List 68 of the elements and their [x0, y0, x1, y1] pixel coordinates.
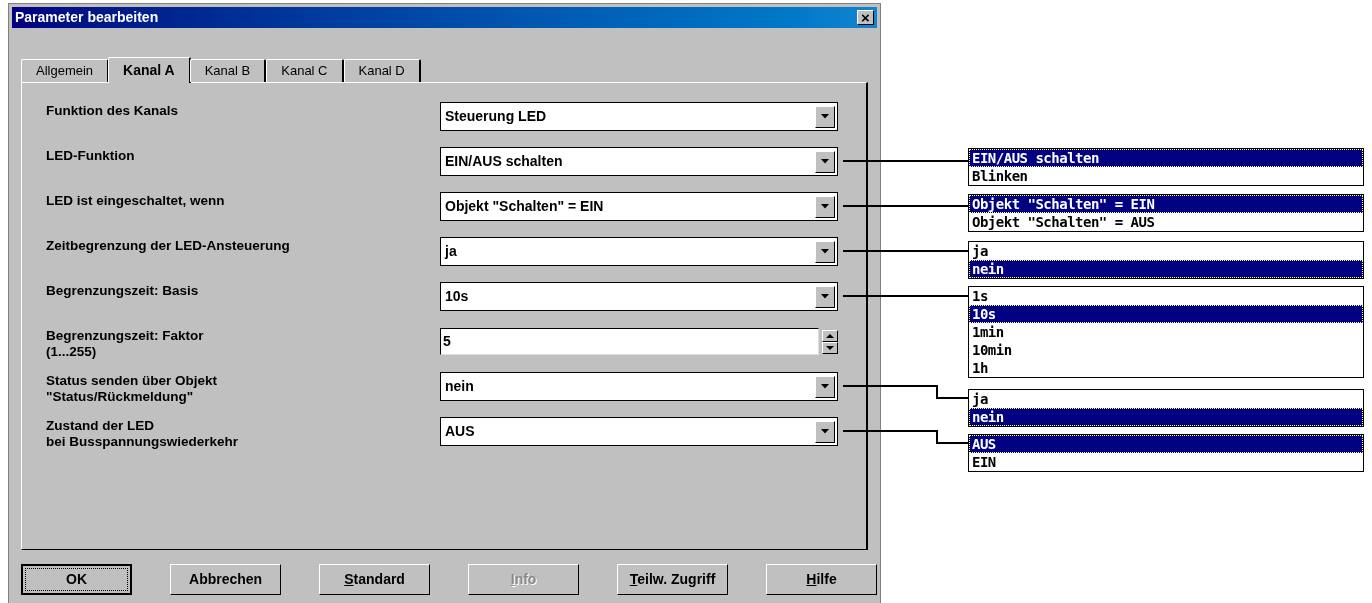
option-item[interactable]: 1h: [969, 359, 1363, 377]
option-item[interactable]: EIN: [969, 453, 1363, 471]
dropdown-value: EIN/AUS schalten: [445, 152, 563, 171]
dropdown-arrow-button[interactable]: [815, 105, 835, 128]
down-arrow-icon: [821, 384, 829, 389]
option-item[interactable]: Blinken: [969, 167, 1363, 185]
option-item[interactable]: 10min: [969, 341, 1363, 359]
dropdown-arrow-button[interactable]: [815, 240, 835, 263]
dropdown-arrow-button[interactable]: [815, 150, 835, 173]
dropdown-arrow-button[interactable]: [815, 285, 835, 308]
parameter-label: Begrenzungszeit: Faktor (1...255): [46, 327, 204, 360]
option-item[interactable]: Objekt "Schalten" = EIN: [969, 195, 1363, 213]
tab[interactable]: Kanal A: [108, 57, 191, 83]
down-arrow-icon: [821, 159, 829, 164]
dropdown-arrow-button[interactable]: [815, 195, 835, 218]
dropdown-arrow-button[interactable]: [815, 375, 835, 398]
down-arrow-icon: [821, 429, 829, 434]
dropdown-field[interactable]: ja: [440, 237, 838, 266]
down-arrow-icon: [826, 345, 834, 350]
dropdown-arrow-button[interactable]: [815, 420, 835, 443]
dropdown-value: Objekt "Schalten" = EIN: [445, 197, 604, 216]
dropdown-field[interactable]: EIN/AUS schalten: [440, 147, 838, 176]
spin-button[interactable]: [822, 329, 838, 354]
option-item[interactable]: AUS: [969, 435, 1363, 453]
dialog-button[interactable]: OK: [21, 564, 133, 595]
down-arrow-icon: [821, 294, 829, 299]
dropdown-value: nein: [445, 377, 474, 396]
close-button[interactable]: ×: [857, 10, 874, 25]
option-item[interactable]: 10s: [969, 305, 1363, 323]
parameter-label: LED ist eingeschaltet, wenn: [46, 192, 225, 209]
number-field[interactable]: 5: [440, 328, 819, 355]
option-item[interactable]: ja: [969, 390, 1363, 408]
dropdown-value: ja: [445, 242, 457, 261]
option-item[interactable]: Objekt "Schalten" = AUS: [969, 213, 1363, 231]
tab[interactable]: Allgemein: [21, 59, 110, 82]
option-item[interactable]: 1min: [969, 323, 1363, 341]
parameter-label: Zeitbegrenzung der LED-Ansteuerung: [46, 237, 290, 254]
up-arrow-icon: [826, 333, 834, 338]
dropdown-field[interactable]: nein: [440, 372, 838, 401]
dialog-button[interactable]: Hilfe: [766, 564, 878, 595]
down-arrow-icon: [821, 249, 829, 254]
dialog-button[interactable]: Abbrechen: [170, 564, 282, 595]
option-item[interactable]: 1s: [969, 287, 1363, 305]
dropdown-field[interactable]: Objekt "Schalten" = EIN: [440, 192, 838, 221]
dropdown-field[interactable]: Steuerung LED: [440, 102, 838, 131]
tab[interactable]: Kanal D: [343, 59, 421, 82]
parameter-label: Begrenzungszeit: Basis: [46, 282, 199, 299]
option-item[interactable]: nein: [969, 408, 1363, 426]
dropdown-field[interactable]: AUS: [440, 417, 838, 446]
tab[interactable]: Kanal B: [189, 59, 267, 82]
parameter-label: LED-Funktion: [46, 147, 135, 164]
number-value: 5: [443, 332, 451, 351]
dropdown-value: Steuerung LED: [445, 107, 547, 126]
option-item[interactable]: EIN/AUS schalten: [969, 149, 1363, 167]
dialog-button[interactable]: Teilw. Zugriff: [617, 564, 729, 595]
parameter-label: Funktion des Kanals: [46, 102, 179, 119]
window-title: Parameter bearbeiten: [15, 8, 159, 27]
tab[interactable]: Kanal C: [266, 59, 344, 82]
dialog-button[interactable]: Standard: [319, 564, 431, 595]
down-arrow-icon: [821, 114, 829, 119]
dropdown-field[interactable]: 10s: [440, 282, 838, 311]
parameter-label: Zustand der LED bei Busspannungswiederkehr: [46, 417, 239, 450]
option-item[interactable]: nein: [969, 260, 1363, 278]
dropdown-value: AUS: [445, 422, 475, 441]
dropdown-value: 10s: [445, 287, 469, 306]
option-item[interactable]: ja: [969, 242, 1363, 260]
down-arrow-icon: [821, 204, 829, 209]
parameter-label: Status senden über Objekt "Status/Rückmeldung": [46, 372, 218, 405]
